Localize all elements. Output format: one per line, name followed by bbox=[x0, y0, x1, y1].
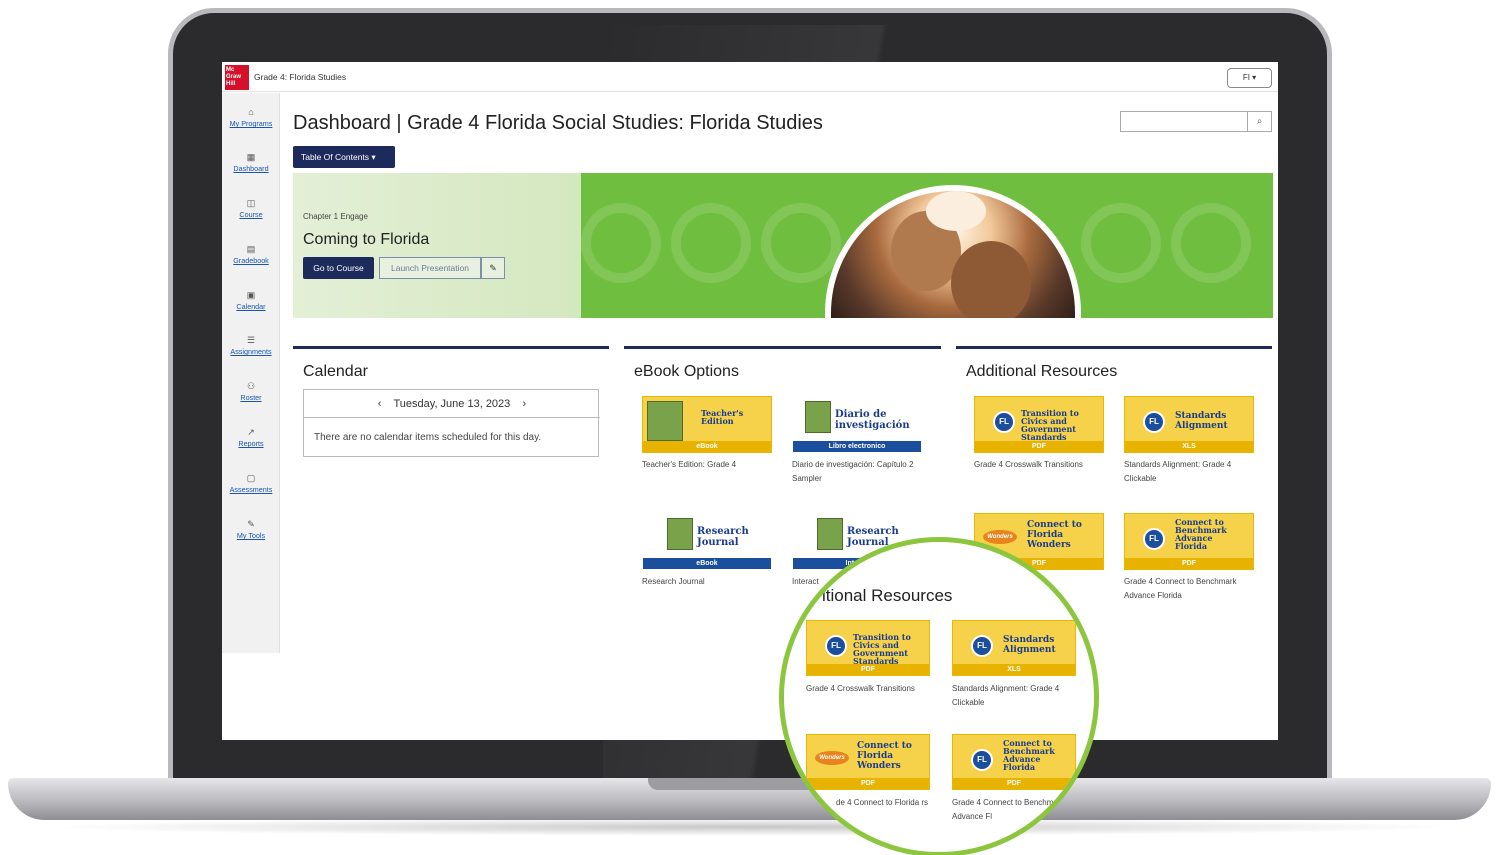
ebook-caption[interactable]: Diario de investigación: Capítulo 2 Samp… bbox=[792, 458, 932, 486]
user-menu-button[interactable]: FI ▾ bbox=[1227, 68, 1272, 88]
resource-card[interactable]: FL Standards Alignment XLS Standards Ali… bbox=[1124, 396, 1264, 483]
ebook-thumbnail[interactable]: Research Journal eBook bbox=[642, 513, 772, 570]
resource-card[interactable]: FL Connect to Benchmark Advance Florida … bbox=[952, 734, 1092, 821]
resource-card[interactable]: FL Standards Alignment XLS Standards Ali… bbox=[952, 620, 1092, 707]
calendar-widget: ‹ Tuesday, June 13, 2023 › There are no … bbox=[303, 389, 600, 457]
resource-card[interactable]: FL Connect to Benchmark Advance Florida … bbox=[1124, 513, 1264, 600]
florida-badge-icon: FL bbox=[971, 635, 993, 657]
sidebar-item-dashboard[interactable]: ▦ Dashboard bbox=[222, 152, 280, 173]
mcgraw-hill-logo[interactable]: Mc Graw Hill bbox=[225, 65, 249, 90]
resource-caption[interactable]: Grade 4 Crosswalk Transitions bbox=[806, 682, 946, 696]
sidebar-item-my-programs[interactable]: ⌂ My Programs bbox=[222, 107, 280, 128]
calendar-date-bar: ‹ Tuesday, June 13, 2023 › bbox=[304, 390, 600, 418]
resource-thumbnail[interactable]: FL Transition to Civics and Government S… bbox=[974, 396, 1104, 453]
resource-caption[interactable]: Standards Alignment: Grade 4 Clickable bbox=[1124, 458, 1264, 486]
search-icon[interactable]: ⌕ bbox=[1247, 112, 1271, 131]
magnifier-title: itional Resources bbox=[822, 586, 953, 605]
top-bar: Mc Graw Hill Grade 4: Florida Studies FI ▾ bbox=[222, 62, 1278, 92]
book-icon: ◫ bbox=[246, 198, 256, 208]
resource-thumbnail[interactable]: FL Connect to Benchmark Advance Florida … bbox=[952, 734, 1076, 790]
wonders-logo-icon: Wonders bbox=[815, 751, 849, 765]
florida-badge-icon: FL bbox=[1143, 528, 1165, 550]
ebook-caption[interactable]: Research Journal bbox=[642, 575, 782, 589]
sidebar-item-reports[interactable]: ↗ Reports bbox=[222, 427, 280, 448]
ebook-card[interactable]: Teacher's Edition eBook Teacher's Editio… bbox=[642, 396, 782, 469]
florida-badge-icon: FL bbox=[971, 749, 993, 771]
sidebar-item-gradebook[interactable]: ▤ Gradebook bbox=[222, 244, 280, 265]
resource-thumbnail[interactable]: FL Transition to Civics and Government S… bbox=[806, 620, 930, 676]
calendar-date: Tuesday, June 13, 2023 bbox=[393, 398, 511, 410]
sidebar: ⌂ My Programs ▦ Dashboard ◫ Course ▤ Gradebo… bbox=[222, 93, 280, 653]
resource-caption[interactable]: Grade 4 Connect to Benchmark Advance Fl bbox=[952, 796, 1092, 824]
calendar-panel: Calendar ‹ Tuesday, June 13, 2023 › Ther… bbox=[293, 346, 609, 616]
gradebook-icon: ▤ bbox=[246, 244, 256, 254]
resource-thumbnail[interactable]: Wonders Connect to Florida Wonders PDF bbox=[806, 734, 930, 790]
magnifier-callout: itional Resources FL Transition to Civic… bbox=[779, 537, 1099, 855]
additional-resources-title: Additional Resources bbox=[966, 363, 1118, 380]
florida-badge-icon: FL bbox=[825, 635, 847, 657]
ebook-card[interactable]: Research Journal eBook Research Journal bbox=[642, 513, 782, 586]
sidebar-item-my-tools[interactable]: ✎ My Tools bbox=[222, 519, 280, 540]
calendar-title: Calendar bbox=[303, 363, 368, 380]
sidebar-item-calendar[interactable]: ▣ Calendar bbox=[222, 290, 280, 311]
reports-icon: ↗ bbox=[247, 427, 255, 437]
florida-badge-icon: FL bbox=[993, 411, 1015, 433]
table-of-contents-button[interactable]: Table Of Contents ▾ bbox=[293, 146, 395, 168]
home-icon: ⌂ bbox=[248, 107, 254, 117]
assessments-icon: ▢ bbox=[246, 473, 256, 483]
hero-title: Coming to Florida bbox=[303, 231, 430, 248]
ebook-options-title: eBook Options bbox=[634, 363, 739, 380]
ebook-thumbnail[interactable]: Diario de investigación Libro electronic… bbox=[792, 396, 922, 453]
sidebar-item-roster[interactable]: ⚇ Roster bbox=[222, 381, 280, 402]
sidebar-item-assessments[interactable]: ▢ Assessments bbox=[222, 473, 280, 494]
roster-icon: ⚇ bbox=[246, 381, 256, 391]
search-box[interactable]: ⌕ bbox=[1120, 111, 1272, 132]
laptop-mockup: Mc Graw Hill Grade 4: Florida Studies FI ▾… bbox=[0, 0, 1499, 855]
calendar-prev-icon[interactable]: ‹ bbox=[378, 398, 382, 410]
resource-card[interactable]: Wonders Connect to Florida Wonders PDF d… bbox=[806, 734, 946, 807]
ebook-card[interactable]: Diario de investigación Libro electronic… bbox=[792, 396, 932, 483]
dashboard-icon: ▦ bbox=[246, 152, 256, 162]
resource-caption[interactable]: Grade 4 Connect to Benchmark Advance Flo… bbox=[1124, 575, 1264, 603]
hero-banner: Chapter 1 Engage Coming to Florida Go to… bbox=[293, 173, 1273, 318]
resource-thumbnail[interactable]: FL Standards Alignment XLS bbox=[1124, 396, 1254, 453]
app-screen: Mc Graw Hill Grade 4: Florida Studies FI ▾… bbox=[222, 62, 1278, 740]
resource-card[interactable]: FL Transition to Civics and Government S… bbox=[806, 620, 946, 693]
resource-thumbnail[interactable]: FL Standards Alignment XLS bbox=[952, 620, 1076, 676]
resource-card[interactable]: FL Transition to Civics and Government S… bbox=[974, 396, 1114, 469]
tools-icon: ✎ bbox=[247, 519, 255, 529]
calendar-icon: ▣ bbox=[246, 290, 256, 300]
resource-thumbnail[interactable]: FL Connect to Benchmark Advance Florida … bbox=[1124, 513, 1254, 570]
go-to-course-button[interactable]: Go to Course bbox=[303, 257, 374, 279]
edit-icon[interactable]: ✎ bbox=[481, 257, 505, 279]
page-title: Dashboard | Grade 4 Florida Social Studi… bbox=[293, 112, 823, 134]
resource-caption[interactable]: Standards Alignment: Grade 4 Clickable bbox=[952, 682, 1092, 710]
laptop-shadow bbox=[40, 818, 1460, 836]
ebook-caption[interactable]: Teacher's Edition: Grade 4 bbox=[642, 458, 782, 472]
calendar-next-icon[interactable]: › bbox=[523, 398, 527, 410]
sidebar-item-course[interactable]: ◫ Course bbox=[222, 198, 280, 219]
ebook-thumbnail[interactable]: Teacher's Edition eBook bbox=[642, 396, 772, 453]
calendar-empty-message: There are no calendar items scheduled fo… bbox=[314, 432, 542, 443]
sidebar-item-assignments[interactable]: ☰ Assignments bbox=[222, 335, 280, 356]
resource-caption[interactable]: Grade 4 Crosswalk Transitions bbox=[974, 458, 1114, 472]
assignments-icon: ☰ bbox=[246, 335, 256, 345]
app-title: Grade 4: Florida Studies bbox=[254, 72, 347, 82]
launch-presentation-button[interactable]: Launch Presentation bbox=[379, 257, 481, 279]
florida-badge-icon: FL bbox=[1143, 411, 1165, 433]
hero-subtitle: Chapter 1 Engage bbox=[303, 212, 368, 221]
hero-info-panel: Chapter 1 Engage Coming to Florida Go to… bbox=[293, 173, 581, 318]
